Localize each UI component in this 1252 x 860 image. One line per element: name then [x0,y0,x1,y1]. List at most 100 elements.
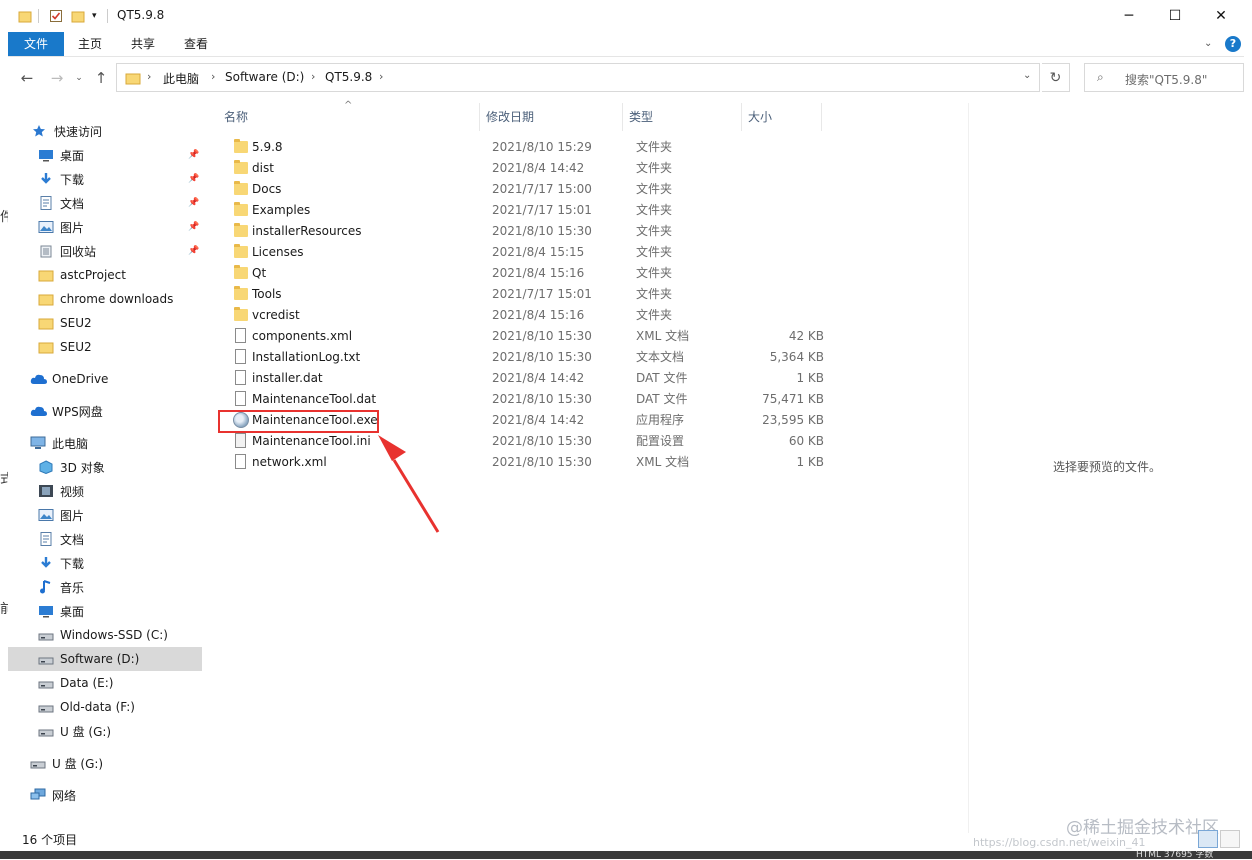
column-header-date[interactable]: 修改日期 [480,103,623,131]
large-icons-view-icon[interactable] [1220,830,1240,848]
file-row[interactable]: network.xml 2021/8/10 15:30 XML 文档 1 KB [218,452,838,473]
computer-icon [30,436,46,450]
minimize-button[interactable]: ─ [1106,0,1152,32]
file-row[interactable]: dist 2021/8/4 14:42 文件夹 [218,158,838,179]
file-date: 2021/8/10 15:30 [492,224,592,238]
nav-item[interactable]: 图片 [8,503,202,527]
file-row[interactable]: Qt 2021/8/4 15:16 文件夹 [218,263,838,284]
nav-item[interactable]: 视频 [8,479,202,503]
nav-item[interactable]: astcProject [8,263,202,287]
breadcrumb-software-drive[interactable]: Software (D:) [225,70,304,84]
file-row[interactable]: InstallationLog.txt 2021/8/10 15:30 文本文档 5,… [218,347,838,368]
nav-item[interactable]: chrome downloads [8,287,202,311]
file-row[interactable]: components.xml 2021/8/10 15:30 XML 文档 42 KB [218,326,838,347]
file-name: network.xml [252,455,327,469]
nav-item[interactable]: 回收站 📌 [8,239,202,263]
file-row[interactable]: vcredist 2021/8/4 15:16 文件夹 [218,305,838,326]
file-row[interactable]: Licenses 2021/8/4 15:15 文件夹 [218,242,838,263]
nav-item[interactable]: 图片 📌 [8,215,202,239]
nav-item[interactable]: 快速访问 [8,119,202,143]
file-row[interactable]: Examples 2021/7/17 15:01 文件夹 [218,200,838,221]
file-date: 2021/8/4 15:16 [492,308,585,322]
file-row[interactable]: Tools 2021/7/17 15:01 文件夹 [218,284,838,305]
nav-item[interactable]: 桌面 [8,599,202,623]
file-name: installerResources [252,224,362,238]
file-size: 75,471 KB [762,392,824,406]
column-header-type[interactable]: 类型 [623,103,742,131]
nav-item[interactable]: Data (E:) [8,671,202,695]
address-dropdown-icon[interactable]: ⌄ [1023,70,1031,81]
refresh-icon[interactable]: ↻ [1042,63,1070,92]
file-row[interactable]: installer.dat 2021/8/4 14:42 DAT 文件 1 KB [218,368,838,389]
search-input[interactable]: 搜索"QT5.9.8" [1125,71,1207,88]
tab-home[interactable]: 主页 [68,32,112,56]
expand-ribbon-icon[interactable]: ⌄ [1204,38,1212,49]
nav-item[interactable]: 网络 [8,783,202,807]
maximize-button[interactable]: ☐ [1152,0,1198,32]
breadcrumb-separator: › [147,70,152,83]
file-date: 2021/8/10 15:30 [492,392,592,406]
cube-icon [38,460,54,475]
nav-item[interactable]: 此电脑 [8,431,202,455]
download-icon [38,556,54,570]
nav-item[interactable]: SEU2 [8,335,202,359]
up-arrow-icon[interactable]: ↑ [90,67,112,89]
nav-item-label: Old-data (F:) [60,700,135,714]
file-row[interactable]: MaintenanceTool.ini 2021/8/10 15:30 配置设置 60… [218,431,838,452]
nav-item[interactable]: OneDrive [8,367,202,391]
file-row[interactable]: 5.9.8 2021/8/10 15:29 文件夹 [218,137,838,158]
breadcrumb-this-pc[interactable]: 此电脑 [163,70,199,87]
folder-icon [234,160,248,174]
title-separator [107,9,108,23]
nav-item[interactable]: Old-data (F:) [8,695,202,719]
nav-item[interactable]: Windows-SSD (C:) [8,623,202,647]
nav-item[interactable]: 下载 📌 [8,167,202,191]
back-arrow-icon[interactable]: ← [16,67,38,89]
pin-icon[interactable]: 📌 [188,198,199,208]
file-row[interactable]: Docs 2021/7/17 15:00 文件夹 [218,179,838,200]
nav-item[interactable]: U 盘 (G:) [8,719,202,743]
pin-icon[interactable]: 📌 [188,246,199,256]
nav-item[interactable]: 下载 [8,551,202,575]
nav-item[interactable]: WPS网盘 [8,399,202,423]
tab-share[interactable]: 共享 [121,32,165,56]
folder-icon [234,181,248,195]
file-size [754,305,824,326]
pin-icon[interactable]: 📌 [188,222,199,232]
nav-item[interactable]: 音乐 [8,575,202,599]
nav-item[interactable]: 3D 对象 [8,455,202,479]
file-size [754,221,824,242]
pin-icon[interactable]: 📌 [188,150,199,160]
customize-quick-access-icon[interactable]: ▾ [92,7,97,25]
properties-icon[interactable] [49,7,63,25]
file-name: MaintenanceTool.dat [252,392,377,406]
column-header-name[interactable]: 名称 [218,103,480,131]
new-folder-icon[interactable] [71,7,85,25]
tab-view[interactable]: 查看 [174,32,218,56]
column-header-size[interactable]: 大小 [742,103,822,131]
details-view-icon[interactable] [1198,830,1218,848]
help-icon[interactable]: ? [1225,36,1241,52]
nav-item[interactable]: 文档 📌 [8,191,202,215]
address-bar[interactable]: › 此电脑 › Software (D:) › QT5.9.8 › ⌄ [116,63,1040,92]
breadcrumb-current-folder[interactable]: QT5.9.8 [325,70,372,84]
close-button[interactable]: ✕ [1198,0,1244,32]
file-row[interactable]: MaintenanceTool.dat 2021/8/10 15:30 DAT 文件… [218,389,838,410]
nav-item[interactable]: 文档 [8,527,202,551]
nav-item[interactable]: SEU2 [8,311,202,335]
nav-item-label: U 盘 (G:) [52,756,104,771]
nav-item[interactable]: U 盘 (G:) [8,751,202,775]
file-size: 60 KB [788,434,824,448]
tab-file[interactable]: 文件 [8,32,64,56]
folder-icon [234,202,248,216]
file-row[interactable]: installerResources 2021/8/10 15:30 文件夹 [218,221,838,242]
nav-item[interactable]: Software (D:) [8,647,202,671]
forward-arrow-icon[interactable]: → [46,67,68,89]
nav-item[interactable]: 桌面 📌 [8,143,202,167]
search-box[interactable]: ⌕ 搜索"QT5.9.8" [1084,63,1244,92]
pin-icon[interactable]: 📌 [188,174,199,184]
nav-item-label: 视频 [60,484,85,499]
recent-locations-icon[interactable]: ⌄ [68,67,90,89]
nav-item-label: 图片 [60,508,85,523]
nav-item-label: WPS网盘 [52,404,103,419]
